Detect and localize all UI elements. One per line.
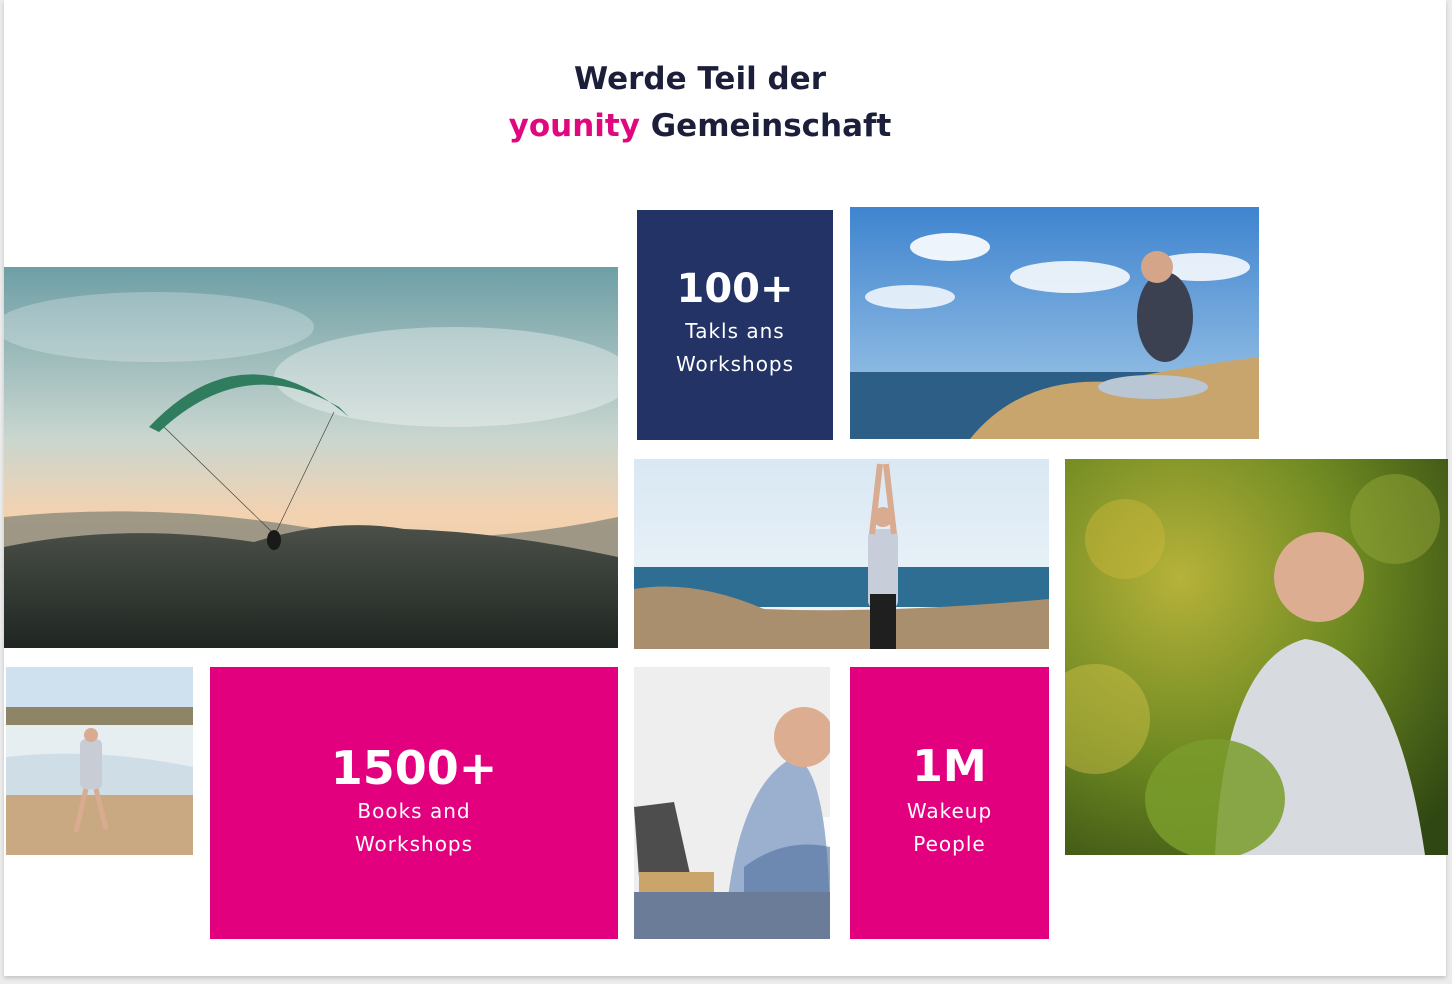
- seated-seaside-photo: [850, 207, 1259, 439]
- stat-books-workshops: 1500+ Books and Workshops: [210, 667, 618, 939]
- stat-number: 1500+: [330, 741, 498, 795]
- stat-wakeup-people: 1M Wakeup People: [850, 667, 1049, 939]
- stat-label-line-1: Books and: [357, 799, 471, 823]
- heading-line-2: younity Gemeinschaft: [4, 103, 1396, 150]
- heading-line-2-rest: Gemeinschaft: [639, 108, 892, 144]
- stat-number: 100+: [676, 266, 794, 312]
- stat-talks-workshops: 100+ Takls ans Workshops: [637, 210, 833, 440]
- stat-label-line-1: Wakeup: [906, 799, 993, 823]
- laptop-photo: [634, 667, 830, 939]
- heading-line-1: Werde Teil der: [573, 61, 826, 97]
- brand-name: younity: [508, 108, 640, 144]
- paraglider-photo: [4, 267, 618, 648]
- stat-number: 1M: [912, 741, 987, 792]
- stat-label-line-2: People: [913, 832, 986, 856]
- portrait-greenery-photo: [1065, 459, 1448, 855]
- stat-label-line-2: Workshops: [354, 832, 474, 856]
- stat-label-line-2: Workshops: [675, 352, 795, 376]
- tree-pose-photo: [634, 459, 1049, 649]
- stat-label-line-1: Takls ans: [685, 319, 785, 343]
- section-heading: Werde Teil der younity Gemeinschaft: [4, 56, 1396, 150]
- beach-run-photo: [6, 667, 193, 855]
- community-section: Werde Teil der younity Gemeinschaft 100+…: [4, 0, 1448, 976]
